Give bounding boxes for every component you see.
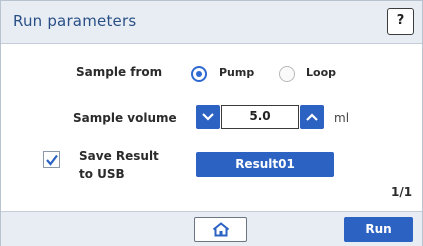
sample-volume-input[interactable]: 5.0 [221, 105, 299, 129]
chevron-up-icon [306, 113, 318, 121]
radio-pump-label[interactable]: Pump [219, 66, 254, 79]
sample-volume-label: Sample volume [73, 111, 177, 125]
dialog-title: Run parameters [13, 12, 137, 30]
check-icon [46, 154, 58, 166]
save-result-label-line1: Save Result [79, 149, 159, 163]
home-button[interactable] [194, 217, 247, 242]
footer-bar: Run [1, 211, 422, 246]
result-name-button[interactable]: Result01 [196, 152, 334, 177]
radio-loop[interactable] [279, 66, 295, 82]
chevron-down-icon [202, 113, 214, 121]
run-button[interactable]: Run [344, 217, 413, 242]
page-indicator: 1/1 [391, 185, 413, 199]
save-result-label-line2: to USB [79, 167, 125, 181]
volume-unit: ml [334, 111, 350, 125]
help-button[interactable]: ? [387, 8, 414, 35]
save-to-usb-checkbox[interactable] [43, 151, 60, 168]
decrease-volume-button[interactable] [196, 105, 220, 129]
increase-volume-button[interactable] [300, 105, 324, 129]
title-bar: Run parameters ? [1, 1, 422, 44]
radio-pump[interactable] [191, 66, 207, 82]
radio-loop-label[interactable]: Loop [306, 66, 336, 79]
home-icon [212, 222, 230, 237]
run-parameters-dialog: Run parameters ? Sample from Pump Loop S… [0, 0, 423, 246]
sample-from-label: Sample from [76, 65, 163, 79]
